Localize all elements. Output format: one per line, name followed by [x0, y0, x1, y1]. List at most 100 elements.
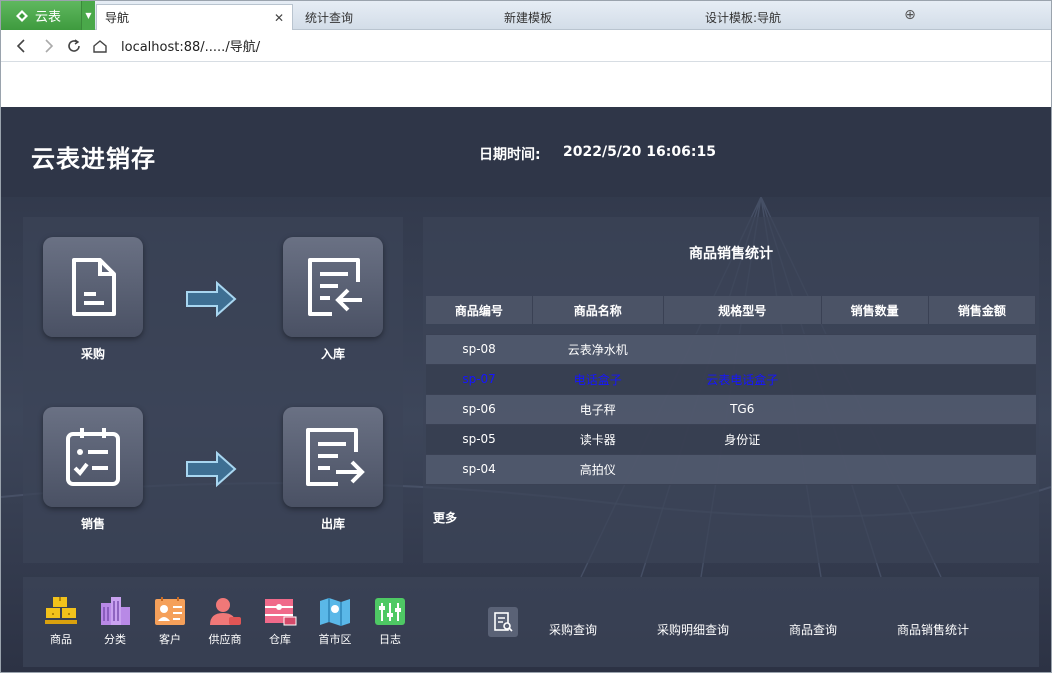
- brand-dropdown-icon[interactable]: ▼: [81, 1, 95, 30]
- table-cell: sp-04: [426, 454, 533, 485]
- goods-sales-stats-link[interactable]: 商品销售统计: [897, 621, 969, 638]
- query-menu-button[interactable]: [488, 607, 518, 637]
- tab-label: 统计查询: [305, 10, 354, 25]
- dashboard-header: 云表进销存 日期时间: 2022/5/20 16:06:15: [1, 107, 1051, 197]
- forward-button[interactable]: [35, 33, 61, 59]
- purchase-detail-query-link[interactable]: 采购明细查询: [657, 621, 729, 638]
- datetime-label: 日期时间:: [479, 147, 541, 163]
- column-header[interactable]: 销售金额: [928, 296, 1037, 324]
- table-cell: sp-08: [426, 334, 533, 365]
- url-field[interactable]: localhost:88/...../导航/: [121, 36, 260, 55]
- shortcut-label: 首市区: [318, 633, 352, 646]
- datetime-value: 2022/5/20 16:06:15: [563, 144, 716, 160]
- tab-new-template[interactable]: 新建模板: [496, 4, 686, 30]
- new-tab-icon[interactable]: ⊕: [901, 7, 919, 23]
- tab-statistics-query[interactable]: 统计查询: [297, 4, 487, 30]
- shortcut-panel: 商品 分类 客户 供应商 仓库 首市区 日志 采购查询 采购明细查询 商品查询 …: [23, 577, 1039, 667]
- table-row[interactable]: sp-07 电话盒子 云表电话盒子: [426, 364, 1036, 395]
- flow-arrow-icon: [186, 280, 237, 318]
- clipboard-check-icon: [66, 428, 120, 486]
- table-cell: sp-05: [426, 424, 533, 455]
- tab-label: 设计模板:导航: [705, 10, 782, 25]
- outbound-button[interactable]: [283, 407, 383, 507]
- more-link[interactable]: 更多: [433, 509, 457, 526]
- table-cell: [821, 364, 929, 395]
- table-cell: [928, 334, 1036, 365]
- shortcut-supplier[interactable]: 供应商: [201, 595, 249, 647]
- page-top-whitespace: [1, 63, 1051, 107]
- purchase-query-link[interactable]: 采购查询: [549, 621, 597, 638]
- sales-label: 销售: [80, 517, 105, 531]
- boxes-icon: [45, 597, 77, 624]
- table-cell: TG6: [663, 394, 821, 425]
- shortcut-city-area[interactable]: 首市区: [311, 595, 359, 647]
- map-icon: [320, 598, 350, 626]
- back-button[interactable]: [9, 33, 35, 59]
- stats-table: 商品编号 商品名称 规格型号 销售数量 销售金额 sp-08 云表净水机 sp-…: [426, 296, 1037, 485]
- table-cell: [821, 394, 929, 425]
- home-button[interactable]: [87, 33, 113, 59]
- flow-arrow-icon: [186, 450, 237, 488]
- shortcut-customer[interactable]: 客户: [146, 595, 194, 647]
- table-cell: 身份证: [663, 424, 821, 455]
- brand-button[interactable]: 云表: [1, 1, 81, 30]
- table-cell: [821, 424, 929, 455]
- shortcut-label: 客户: [159, 633, 181, 646]
- shortcut-label: 分类: [104, 633, 126, 646]
- sales-button[interactable]: [43, 407, 143, 507]
- shortcut-log[interactable]: 日志: [366, 595, 414, 647]
- column-header[interactable]: 商品名称: [532, 296, 664, 324]
- inbound-list-icon: [308, 258, 362, 316]
- column-header[interactable]: 规格型号: [663, 296, 822, 324]
- tab-active[interactable]: 导航 ✕: [96, 4, 293, 30]
- table-row[interactable]: sp-06 电子秤 TG6: [426, 394, 1036, 425]
- shortcut-label: 仓库: [269, 633, 291, 646]
- dashboard: 云表进销存 日期时间: 2022/5/20 16:06:15 采购 入库 销售 …: [1, 107, 1051, 672]
- app-title: 云表进销存: [31, 145, 156, 173]
- shortcut-warehouse[interactable]: 仓库: [256, 595, 304, 647]
- shortcut-goods[interactable]: 商品: [37, 595, 85, 647]
- table-cell: 电子秤: [532, 394, 664, 425]
- sliders-icon: [375, 598, 405, 625]
- tab-close-icon[interactable]: ✕: [274, 11, 284, 25]
- table-cell: sp-06: [426, 394, 533, 425]
- table-cell: [821, 454, 929, 485]
- tab-design-template[interactable]: 设计模板:导航: [697, 4, 892, 30]
- table-cell: [821, 334, 929, 365]
- table-cell: 云表净水机: [532, 334, 664, 365]
- buildings-icon: [101, 597, 130, 625]
- shortcut-label: 日志: [379, 633, 401, 646]
- home-icon: [93, 39, 107, 53]
- shortcut-label: 供应商: [208, 633, 242, 646]
- reload-button[interactable]: [61, 33, 87, 59]
- table-row[interactable]: sp-08 云表净水机: [426, 334, 1036, 365]
- back-arrow-icon: [16, 38, 25, 53]
- tab-strip: 云表 ▼ 导航 ✕ 统计查询 新建模板 设计模板:导航 ⊕: [1, 1, 1051, 30]
- table-row[interactable]: sp-04 高拍仪: [426, 454, 1036, 485]
- shortcut-category[interactable]: 分类: [91, 595, 139, 647]
- column-header[interactable]: 商品编号: [426, 296, 533, 324]
- purchase-label: 采购: [80, 347, 105, 361]
- table-row[interactable]: sp-05 读卡器 身份证: [426, 424, 1036, 455]
- inbound-button[interactable]: [283, 237, 383, 337]
- column-header[interactable]: 销售数量: [821, 296, 929, 324]
- table-cell: [663, 334, 821, 365]
- table-cell: [928, 364, 1036, 395]
- table-cell: [928, 454, 1036, 485]
- shortcut-label: 商品: [50, 633, 72, 646]
- table-cell: [928, 394, 1036, 425]
- inbound-label: 入库: [320, 347, 345, 361]
- user-icon: [210, 598, 241, 625]
- search-document-icon: [494, 612, 513, 632]
- workflow-panel: 采购 入库 销售 出库: [23, 217, 403, 563]
- sales-stats-panel: 商品销售统计 商品编号 商品名称 规格型号 销售数量 销售金额 sp-08 云表…: [423, 217, 1039, 563]
- goods-query-link[interactable]: 商品查询: [789, 621, 837, 638]
- purchase-button[interactable]: [43, 237, 143, 337]
- warehouse-icon: [265, 599, 297, 626]
- forward-arrow-icon: [45, 38, 54, 53]
- contact-card-icon: [155, 597, 185, 625]
- tab-label: 新建模板: [504, 10, 553, 25]
- document-icon: [72, 258, 116, 316]
- address-bar: localhost:88/...../导航/: [1, 30, 1051, 62]
- table-cell: 读卡器: [532, 424, 664, 455]
